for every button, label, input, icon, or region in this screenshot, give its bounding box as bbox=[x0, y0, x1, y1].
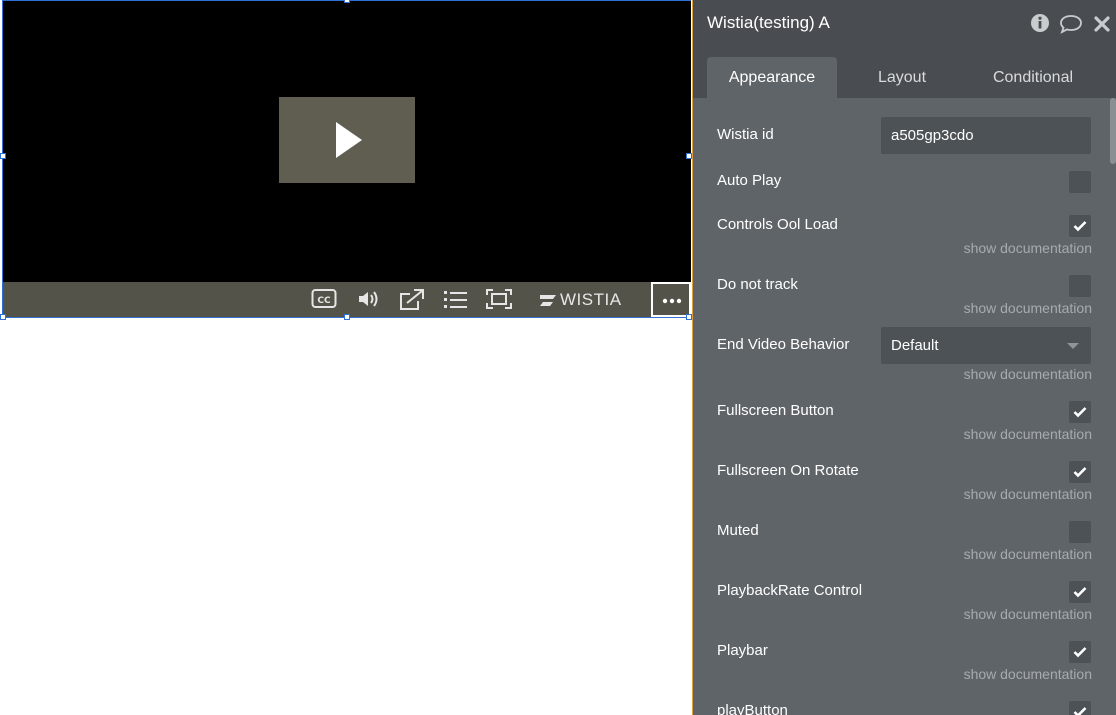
show-documentation-link[interactable]: show documentation bbox=[964, 426, 1092, 442]
wistia-id-input[interactable] bbox=[881, 117, 1091, 154]
show-documentation-link[interactable]: show documentation bbox=[964, 240, 1092, 256]
controls-on-load-label: Controls Ool Load bbox=[717, 216, 838, 233]
video-control-bar: CC WISTIA bbox=[3, 282, 691, 317]
show-documentation-link[interactable]: show documentation bbox=[964, 606, 1092, 622]
property-editor-panel: Wistia(testing) A Appearance Layout Cond… bbox=[692, 0, 1116, 715]
resize-handle-left[interactable] bbox=[0, 153, 6, 159]
more-options-icon bbox=[662, 298, 682, 304]
share-icon[interactable] bbox=[398, 288, 426, 312]
more-options-button[interactable] bbox=[651, 282, 691, 317]
wistia-id-label: Wistia id bbox=[717, 126, 774, 143]
tab-conditional[interactable]: Conditional bbox=[971, 57, 1095, 98]
panel-title: Wistia(testing) A bbox=[707, 13, 830, 32]
checkmark-icon bbox=[1073, 467, 1087, 478]
panel-tabs: Appearance Layout Conditional bbox=[693, 47, 1116, 98]
show-documentation-link[interactable]: show documentation bbox=[964, 300, 1092, 316]
muted-checkbox[interactable] bbox=[1069, 521, 1091, 543]
svg-text:CC: CC bbox=[317, 296, 331, 306]
tab-layout[interactable]: Layout bbox=[839, 57, 965, 98]
show-documentation-link[interactable]: show documentation bbox=[964, 486, 1092, 502]
checkmark-icon bbox=[1073, 647, 1087, 658]
wistia-brand-text: WISTIA bbox=[560, 290, 622, 309]
wistia-video-element[interactable]: CC WISTIA bbox=[3, 0, 691, 317]
closed-captions-icon[interactable]: CC bbox=[311, 288, 337, 312]
auto-play-checkbox[interactable] bbox=[1069, 171, 1091, 193]
fullscreen-button-label: Fullscreen Button bbox=[717, 402, 834, 419]
do-not-track-checkbox[interactable] bbox=[1069, 275, 1091, 297]
checkmark-icon bbox=[1073, 221, 1087, 232]
wistia-mark-icon bbox=[540, 295, 556, 306]
playbar-checkbox[interactable] bbox=[1069, 641, 1091, 663]
info-icon[interactable] bbox=[1030, 13, 1050, 38]
fullscreen-on-rotate-label: Fullscreen On Rotate bbox=[717, 462, 859, 479]
do-not-track-label: Do not track bbox=[717, 276, 798, 293]
tab-appearance[interactable]: Appearance bbox=[707, 57, 837, 98]
checkmark-icon bbox=[1073, 407, 1087, 418]
selection-border-left bbox=[2, 0, 3, 318]
panel-scrollbar[interactable] bbox=[1110, 98, 1116, 164]
playback-rate-control-checkbox[interactable] bbox=[1069, 581, 1091, 603]
resize-handle-top[interactable] bbox=[344, 0, 350, 3]
resize-handle-bottom-left[interactable] bbox=[0, 314, 6, 320]
editor-canvas[interactable]: CC WISTIA bbox=[0, 0, 692, 715]
chapters-list-icon[interactable] bbox=[443, 288, 469, 312]
play-button-label: playButton bbox=[717, 702, 788, 715]
end-video-behavior-label: End Video Behavior bbox=[717, 336, 850, 353]
playback-rate-control-label: PlaybackRate Control bbox=[717, 582, 863, 599]
muted-label: Muted bbox=[717, 522, 759, 539]
fullscreen-icon[interactable] bbox=[485, 288, 513, 312]
show-documentation-link[interactable]: show documentation bbox=[964, 666, 1092, 682]
play-button-checkbox[interactable] bbox=[1069, 701, 1091, 715]
panel-header: Wistia(testing) A bbox=[693, 0, 1116, 47]
play-icon bbox=[336, 122, 362, 158]
checkmark-icon bbox=[1073, 587, 1087, 598]
wistia-logo[interactable]: WISTIA bbox=[539, 290, 622, 309]
controls-on-load-checkbox[interactable] bbox=[1069, 215, 1091, 237]
close-icon[interactable] bbox=[1093, 15, 1111, 38]
show-documentation-link[interactable]: show documentation bbox=[964, 546, 1092, 562]
resize-handle-bottom[interactable] bbox=[344, 314, 350, 320]
fullscreen-on-rotate-checkbox[interactable] bbox=[1069, 461, 1091, 483]
volume-icon[interactable] bbox=[357, 288, 381, 312]
end-video-behavior-value: Default bbox=[891, 337, 939, 354]
show-documentation-link[interactable]: show documentation bbox=[964, 366, 1092, 382]
auto-play-label: Auto Play bbox=[717, 172, 782, 189]
playbar-label: Playbar bbox=[717, 642, 768, 659]
end-video-behavior-dropdown[interactable]: Default bbox=[881, 327, 1091, 364]
play-button[interactable] bbox=[279, 97, 415, 183]
fullscreen-button-checkbox[interactable] bbox=[1069, 401, 1091, 423]
chevron-down-icon bbox=[1067, 343, 1079, 349]
comment-icon[interactable] bbox=[1059, 14, 1083, 39]
checkmark-icon bbox=[1073, 707, 1087, 715]
